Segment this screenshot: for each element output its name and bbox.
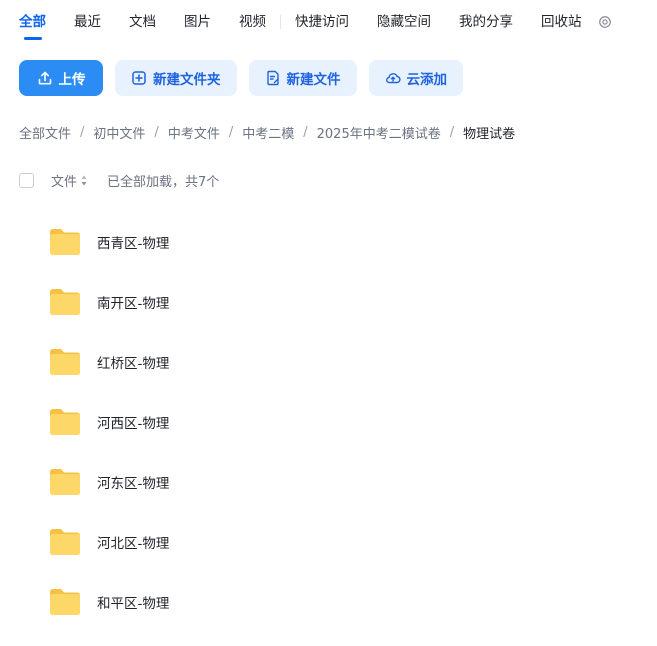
cloud-add-button[interactable]: 云添加 (368, 60, 463, 96)
folder-row[interactable]: 红桥区-物理 (49, 332, 169, 392)
tab-documents[interactable]: 文档 (129, 12, 156, 32)
folder-row[interactable]: 南开区-物理 (49, 272, 169, 332)
new-file-icon (266, 70, 279, 86)
tab-hidden-space[interactable]: 隐藏空间 (377, 12, 431, 32)
settings-icon[interactable] (598, 15, 612, 29)
tab-recycle-bin[interactable]: 回收站 (541, 12, 582, 32)
breadcrumb-separator: / (449, 125, 455, 140)
new-folder-button-label: 新建文件夹 (153, 72, 221, 88)
folder-name: 河东区-物理 (97, 476, 170, 492)
breadcrumb-item[interactable]: 中考文件 (168, 123, 220, 142)
new-file-button-label: 新建文件 (286, 72, 341, 88)
folder-icon (50, 349, 80, 375)
folder-name: 南开区-物理 (97, 296, 170, 312)
file-column-label: 文件 (51, 175, 78, 190)
upload-button-label: 上传 (58, 72, 86, 88)
load-status-text: 已全部加载，共7个 (107, 175, 220, 190)
tab-recent[interactable]: 最近 (74, 12, 101, 32)
folder-icon (50, 409, 80, 435)
folder-row[interactable]: 西青区-物理 (49, 212, 169, 272)
folder-row[interactable]: 和平区-物理 (49, 572, 169, 632)
upload-icon (38, 71, 51, 85)
tab-divider (280, 15, 281, 29)
breadcrumb-item[interactable]: 中考二模 (242, 123, 294, 142)
cloud-add-button-label: 云添加 (406, 72, 448, 88)
folder-name: 和平区-物理 (97, 596, 170, 612)
folder-icon (50, 229, 80, 255)
folder-name: 西青区-物理 (97, 236, 170, 252)
file-list: 西青区-物理 南开区-物理 红桥区-物理 河西区-物理 河东区-物理 河北区-物… (49, 212, 169, 632)
breadcrumb-current: 物理试卷 (463, 127, 516, 142)
folder-row[interactable]: 河西区-物理 (49, 392, 169, 452)
sort-by-file-button[interactable]: 文件 (51, 171, 87, 190)
breadcrumb-separator: / (303, 125, 308, 140)
folder-icon (50, 469, 80, 495)
breadcrumb-item[interactable]: 2025年中考二模试卷 (317, 123, 441, 142)
breadcrumb: 全部文件 / 初中文件 / 中考文件 / 中考二模 / 2025年中考二模试卷 … (19, 123, 515, 142)
toolbar: 上传 新建文件夹 新建文件 云添加 (19, 60, 463, 96)
folder-row[interactable]: 河北区-物理 (49, 512, 169, 572)
new-folder-icon (132, 71, 146, 85)
list-header: 文件 已全部加载，共7个 (19, 171, 219, 190)
breadcrumb-item[interactable]: 初中文件 (93, 123, 145, 142)
breadcrumb-separator: / (154, 125, 159, 140)
tab-my-shares[interactable]: 我的分享 (459, 12, 513, 32)
folder-name: 河西区-物理 (97, 416, 170, 432)
folder-name: 红桥区-物理 (97, 356, 170, 372)
tab-videos[interactable]: 视频 (239, 12, 266, 32)
breadcrumb-item[interactable]: 全部文件 (19, 123, 71, 142)
new-folder-button[interactable]: 新建文件夹 (115, 60, 237, 96)
sort-icon (81, 175, 87, 186)
cloud-upload-icon (385, 73, 401, 84)
folder-row[interactable]: 河东区-物理 (49, 452, 169, 512)
select-all-checkbox[interactable] (19, 173, 34, 188)
breadcrumb-separator: / (80, 125, 85, 140)
folder-name: 河北区-物理 (97, 536, 170, 552)
breadcrumb-separator: / (228, 125, 234, 140)
folder-icon (50, 289, 80, 315)
folder-icon (50, 589, 80, 615)
new-file-button[interactable]: 新建文件 (248, 60, 357, 96)
tab-quick-access[interactable]: 快捷访问 (295, 12, 349, 32)
upload-button[interactable]: 上传 (19, 60, 103, 96)
tab-all[interactable]: 全部 (19, 12, 46, 40)
category-tabs: 全部 最近 文档 图片 视频 快捷访问 隐藏空间 我的分享 回收站 (19, 12, 612, 42)
tab-images[interactable]: 图片 (184, 12, 211, 32)
folder-icon (50, 529, 80, 555)
